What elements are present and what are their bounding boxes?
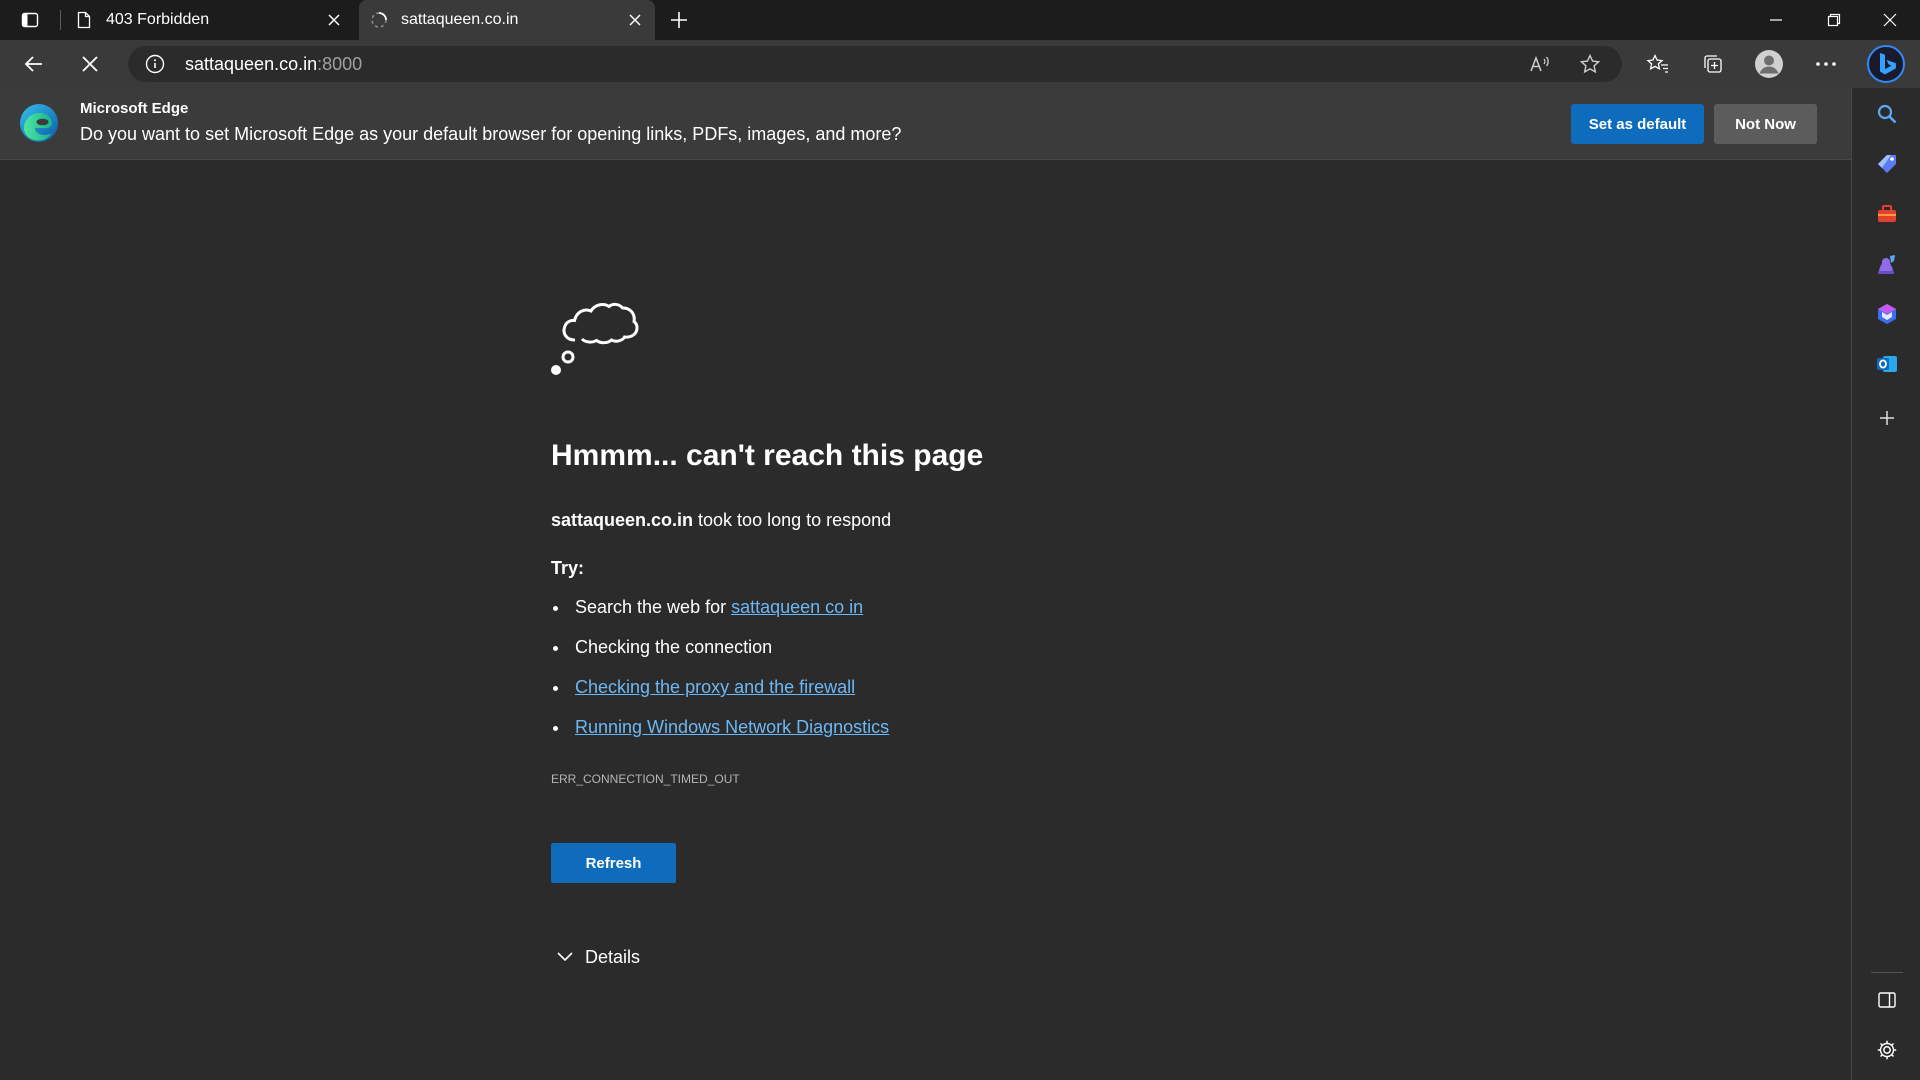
games-icon[interactable] <box>1869 246 1905 282</box>
error-code: ERR_CONNECTION_TIMED_OUT <box>551 772 740 786</box>
loading-spinner-icon <box>369 10 389 30</box>
stop-loading-button[interactable] <box>72 46 108 82</box>
office-icon[interactable] <box>1869 296 1905 332</box>
set-as-default-button[interactable]: Set as default <box>1571 104 1704 144</box>
tab-403-forbidden[interactable]: 403 Forbidden <box>64 0 354 40</box>
tab-separator <box>60 10 61 30</box>
network-diagnostics-link[interactable]: Running Windows Network Diagnostics <box>575 717 889 738</box>
address-bar[interactable]: sattaqueen.co.in:8000 <box>128 46 1622 82</box>
default-browser-infobar: Microsoft Edge Do you want to set Micros… <box>0 88 1851 160</box>
suggestion-text: Checking the connection <box>575 637 773 657</box>
minimize-button[interactable] <box>1748 0 1804 40</box>
more-icon[interactable] <box>1808 46 1844 82</box>
page-title: Hmmm... can't reach this page <box>551 439 984 472</box>
bullet-icon <box>553 686 558 691</box>
tab-title: 403 Forbidden <box>106 11 210 28</box>
error-page: Hmmm... can't reach this page sattaqueen… <box>0 160 1851 1080</box>
try-label: Try: <box>551 558 585 578</box>
chevron-down-icon <box>551 943 579 971</box>
bullet-icon <box>553 606 558 611</box>
close-tab-icon[interactable] <box>326 12 342 28</box>
tab-title: sattaqueen.co.in <box>401 11 519 28</box>
edge-sidebar <box>1851 88 1920 1080</box>
restore-button[interactable] <box>1806 0 1862 40</box>
search-icon[interactable] <box>1869 96 1905 132</box>
url-host: sattaqueen.co.in <box>185 54 318 74</box>
proxy-firewall-link[interactable]: Checking the proxy and the firewall <box>575 677 855 698</box>
list-item: Running Windows Network Diagnostics <box>551 717 1351 757</box>
add-icon[interactable] <box>1869 400 1905 436</box>
shopping-tag-icon[interactable] <box>1869 146 1905 182</box>
collections-icon[interactable] <box>1695 46 1731 82</box>
list-item: Search the web for sattaqueen co in <box>551 597 1351 637</box>
close-tab-icon[interactable] <box>627 12 643 28</box>
sidebar-divider <box>1871 972 1903 973</box>
back-button[interactable] <box>16 46 52 82</box>
page-icon <box>74 10 94 30</box>
thought-cloud-icon <box>548 286 644 382</box>
error-description: sattaqueen.co.in took too long to respon… <box>551 510 891 531</box>
gear-icon[interactable] <box>1869 1032 1905 1068</box>
hide-sidebar-icon[interactable] <box>1869 982 1905 1018</box>
toolbar: sattaqueen.co.in:8000 <box>0 40 1920 88</box>
new-tab-button[interactable] <box>664 6 694 34</box>
tab-strip: 403 Forbidden sattaqueen.co.in <box>0 0 1920 40</box>
read-aloud-icon[interactable] <box>1528 52 1552 76</box>
bullet-icon <box>553 646 558 651</box>
infobar-message: Do you want to set Microsoft Edge as you… <box>80 124 902 144</box>
error-host: sattaqueen.co.in <box>551 510 694 530</box>
url-text[interactable]: sattaqueen.co.in:8000 <box>185 54 362 75</box>
edge-logo-icon <box>18 102 60 144</box>
search-web-link[interactable]: sattaqueen co in <box>731 597 863 617</box>
suggestion-list: Search the web for sattaqueen co in Chec… <box>551 597 1351 757</box>
list-item: Checking the proxy and the firewall <box>551 677 1351 717</box>
list-item: Checking the connection <box>551 637 1351 677</box>
error-reason: took too long to respond <box>693 510 892 530</box>
refresh-button[interactable]: Refresh <box>551 843 676 883</box>
details-label: Details <box>585 946 641 967</box>
profile-icon[interactable] <box>1751 46 1787 82</box>
url-port: :8000 <box>317 54 363 74</box>
close-window-button[interactable] <box>1862 0 1918 40</box>
favorites-icon[interactable] <box>1640 46 1676 82</box>
suggestion-text: Search the web for <box>575 597 732 617</box>
bullet-icon <box>553 726 558 731</box>
tools-icon[interactable] <box>1869 196 1905 232</box>
tab-actions-icon[interactable] <box>14 6 46 34</box>
details-toggle[interactable]: Details <box>551 943 640 971</box>
bing-copilot-icon[interactable] <box>1866 44 1906 84</box>
site-info-icon[interactable] <box>145 54 165 74</box>
star-icon[interactable] <box>1578 52 1602 76</box>
tab-sattaqueen[interactable]: sattaqueen.co.in <box>359 0 655 40</box>
outlook-icon[interactable] <box>1869 346 1905 382</box>
infobar-title: Microsoft Edge <box>80 100 189 117</box>
not-now-button[interactable]: Not Now <box>1714 104 1817 144</box>
